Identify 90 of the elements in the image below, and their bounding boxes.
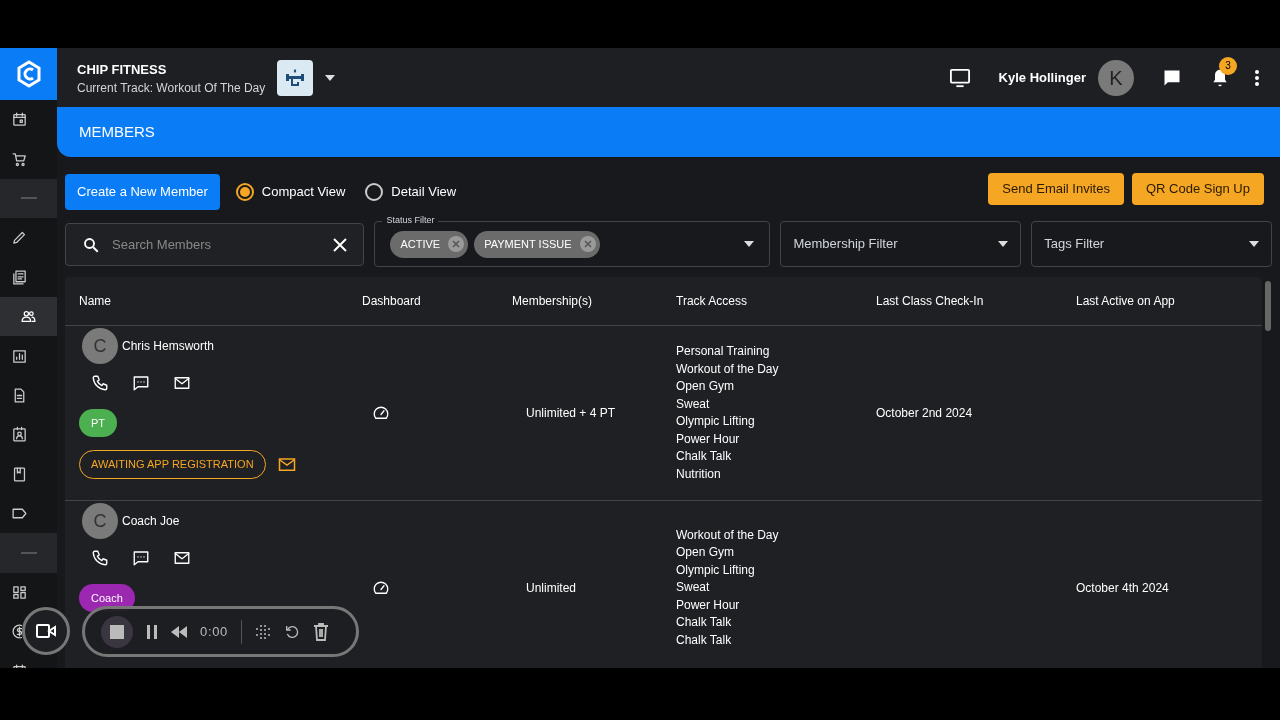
- track-name: Chalk Talk: [676, 448, 733, 465]
- membership-filter-field[interactable]: Membership Filter: [780, 221, 1022, 267]
- remove-chip-icon[interactable]: [579, 236, 596, 252]
- phone-icon[interactable]: [91, 374, 109, 392]
- track-name: Workout of the Day: [676, 526, 780, 544]
- membership-cell: Unlimited: [526, 581, 576, 595]
- column-header: Name: [79, 293, 112, 310]
- dropdown-caret-icon: [744, 241, 755, 247]
- grid-dots-icon[interactable]: [254, 623, 271, 640]
- status-filter-label: Status Filter: [382, 214, 439, 226]
- remove-chip-icon[interactable]: [448, 236, 465, 252]
- check-in-date: October 2nd 2024: [876, 406, 973, 420]
- book-icon[interactable]: [11, 465, 28, 483]
- app-logo-icon[interactable]: [0, 48, 57, 100]
- pencil-icon[interactable]: [11, 229, 28, 247]
- tags-filter-placeholder: Tags Filter: [1044, 235, 1106, 254]
- stop-button[interactable]: [101, 615, 133, 648]
- contact-card-icon[interactable]: [11, 426, 28, 444]
- track-name: Power Hour: [676, 430, 741, 448]
- track-name: Personal Training: [676, 343, 771, 360]
- dashboard-icon[interactable]: [11, 583, 28, 601]
- status-chip[interactable]: ACTIVE: [390, 230, 469, 258]
- notification-badge: 3: [1219, 56, 1237, 75]
- user-name[interactable]: Kyle Hollinger: [998, 67, 1086, 88]
- column-header: Membership(s): [512, 293, 593, 310]
- create-member-button[interactable]: Create a New Member: [65, 174, 220, 210]
- email-icon[interactable]: [277, 456, 296, 473]
- current-track: Current Track: Workout Of The Day: [77, 79, 266, 96]
- monitor-icon[interactable]: [948, 67, 971, 88]
- view-option-radio[interactable]: Compact View: [235, 182, 346, 202]
- last-active-date: October 4th 2024: [1076, 581, 1169, 595]
- video-camera-icon: [36, 624, 56, 638]
- track-name: Olympic Lifting: [676, 561, 756, 579]
- column-header: Track Access: [676, 293, 748, 310]
- restart-icon[interactable]: [283, 623, 300, 640]
- scrollbar-thumb[interactable]: [1265, 281, 1271, 331]
- dropdown-caret-icon: [1249, 241, 1259, 247]
- member-name[interactable]: Coach Joe: [122, 512, 180, 530]
- track-name: Sweat: [676, 395, 711, 413]
- calendar-icon[interactable]: [11, 111, 28, 129]
- tags-filter-field[interactable]: Tags Filter: [1031, 221, 1272, 267]
- search-field[interactable]: Search Members: [65, 223, 365, 266]
- more-options-icon[interactable]: [1254, 68, 1260, 87]
- column-header: Last Active on App: [1076, 293, 1176, 310]
- member-avatar: C: [82, 328, 118, 364]
- dropdown-caret-icon[interactable]: [325, 74, 336, 81]
- phone-icon[interactable]: [91, 549, 109, 567]
- page-title: MEMBERS: [79, 121, 155, 142]
- user-avatar[interactable]: K: [1098, 59, 1134, 96]
- member-tag: PT: [79, 409, 118, 437]
- track-name: Chalk Talk: [676, 614, 733, 632]
- search-icon: [82, 235, 100, 254]
- stop-icon: [110, 624, 124, 639]
- view-option-radio[interactable]: Detail View: [365, 182, 457, 202]
- sms-icon[interactable]: [132, 374, 150, 392]
- dropdown-caret-icon: [998, 241, 1009, 247]
- cart-icon[interactable]: [11, 150, 28, 168]
- action-button[interactable]: QR Code Sign Up: [1131, 173, 1264, 205]
- dashboard-gauge-icon[interactable]: [372, 579, 390, 597]
- membership-filter-placeholder: Membership Filter: [793, 235, 899, 254]
- track-name: Open Gym: [676, 378, 736, 395]
- track-name: Chalk Talk: [676, 631, 733, 649]
- rewind-icon[interactable]: [171, 625, 187, 638]
- sms-icon[interactable]: [132, 549, 150, 567]
- member-avatar: C: [82, 503, 118, 539]
- member-name[interactable]: Chris Hemsworth: [122, 337, 214, 355]
- bar-chart-icon[interactable]: [11, 347, 28, 365]
- track-name: Sweat: [676, 579, 711, 597]
- track-name: Power Hour: [676, 596, 741, 614]
- track-name: Open Gym: [676, 544, 736, 562]
- column-header: Dashboard: [362, 293, 422, 310]
- search-input[interactable]: Search Members: [112, 234, 322, 255]
- gym-logo-icon[interactable]: [277, 59, 314, 96]
- column-header: Last Class Check-In: [876, 293, 985, 310]
- membership-cell: Unlimited + 4 PT: [526, 406, 616, 420]
- sidebar-item[interactable]: [0, 296, 57, 337]
- status-chip[interactable]: PAYMENT ISSUE: [474, 230, 600, 258]
- newspaper-icon[interactable]: [11, 268, 28, 286]
- track-name: Nutrition: [676, 465, 722, 483]
- email-icon[interactable]: [173, 374, 191, 392]
- track-name: Olympic Lifting: [676, 413, 756, 430]
- email-icon[interactable]: [173, 549, 191, 567]
- pause-icon[interactable]: [146, 624, 158, 639]
- track-name: Workout of the Day: [676, 360, 780, 378]
- recording-time: 0:00: [200, 622, 228, 641]
- clear-search-icon[interactable]: [333, 237, 348, 252]
- gym-name: CHIP FITNESS: [77, 60, 168, 79]
- action-button[interactable]: Send Email Invites: [988, 173, 1124, 205]
- trash-icon[interactable]: [312, 622, 329, 641]
- dashboard-gauge-icon[interactable]: [372, 404, 390, 422]
